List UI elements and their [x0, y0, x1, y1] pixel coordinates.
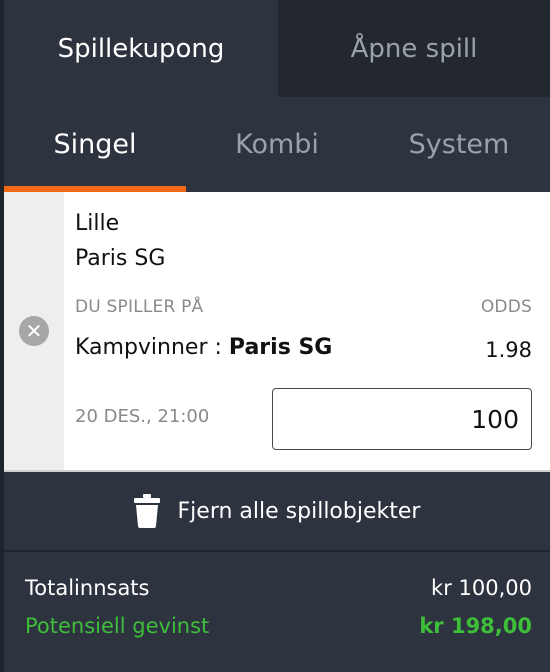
- total-stake-value: kr 100,00: [431, 576, 532, 600]
- bet-type-tabs: Singel Kombi System: [4, 97, 550, 192]
- home-team: Lille: [75, 211, 120, 236]
- top-tabs: Spillekupong Åpne spill: [4, 0, 550, 97]
- market-line: Kampvinner : Paris SG: [75, 335, 332, 360]
- tab-single-label: Singel: [53, 129, 137, 160]
- tab-single[interactable]: Singel: [4, 97, 186, 192]
- totals-section: Totalinnsats kr 100,00 Potensiell gevins…: [4, 552, 550, 672]
- stake-input[interactable]: [272, 388, 532, 450]
- tab-system[interactable]: System: [368, 97, 550, 192]
- remove-bet-button[interactable]: ✕: [4, 192, 64, 470]
- close-circle-icon[interactable]: ✕: [19, 316, 49, 346]
- selection-header: DU SPILLER PÅ: [75, 297, 204, 317]
- remove-all-button[interactable]: Fjern alle spillobjekter: [4, 472, 550, 550]
- betslip-panel: Spillekupong Åpne spill Singel Kombi Sys…: [0, 0, 550, 672]
- tab-combo[interactable]: Kombi: [186, 97, 368, 192]
- away-team: Paris SG: [75, 246, 166, 271]
- remove-all-label: Fjern alle spillobjekter: [177, 498, 421, 524]
- bet-card: ✕ Lille Paris SG DU SPILLER PÅ ODDS Kamp…: [4, 192, 550, 470]
- potential-win-row: Potensiell gevinst kr 198,00: [25, 614, 532, 638]
- market-name: Kampvinner :: [75, 335, 222, 360]
- total-stake-row: Totalinnsats kr 100,00: [25, 576, 532, 600]
- event-date: 20 DES., 21:00: [75, 406, 210, 427]
- potential-win-value: kr 198,00: [419, 614, 532, 638]
- tab-betslip[interactable]: Spillekupong: [4, 0, 278, 97]
- selection-name: Paris SG: [228, 335, 333, 360]
- tab-open-bets[interactable]: Åpne spill: [278, 0, 550, 97]
- odds-header: ODDS: [480, 297, 532, 317]
- potential-win-label: Potensiell gevinst: [25, 614, 210, 638]
- total-stake-label: Totalinnsats: [25, 576, 150, 600]
- odds-value: 1.98: [485, 338, 532, 362]
- bet-details: Lille Paris SG DU SPILLER PÅ ODDS Kampvi…: [64, 192, 550, 470]
- trash-icon: [133, 494, 160, 528]
